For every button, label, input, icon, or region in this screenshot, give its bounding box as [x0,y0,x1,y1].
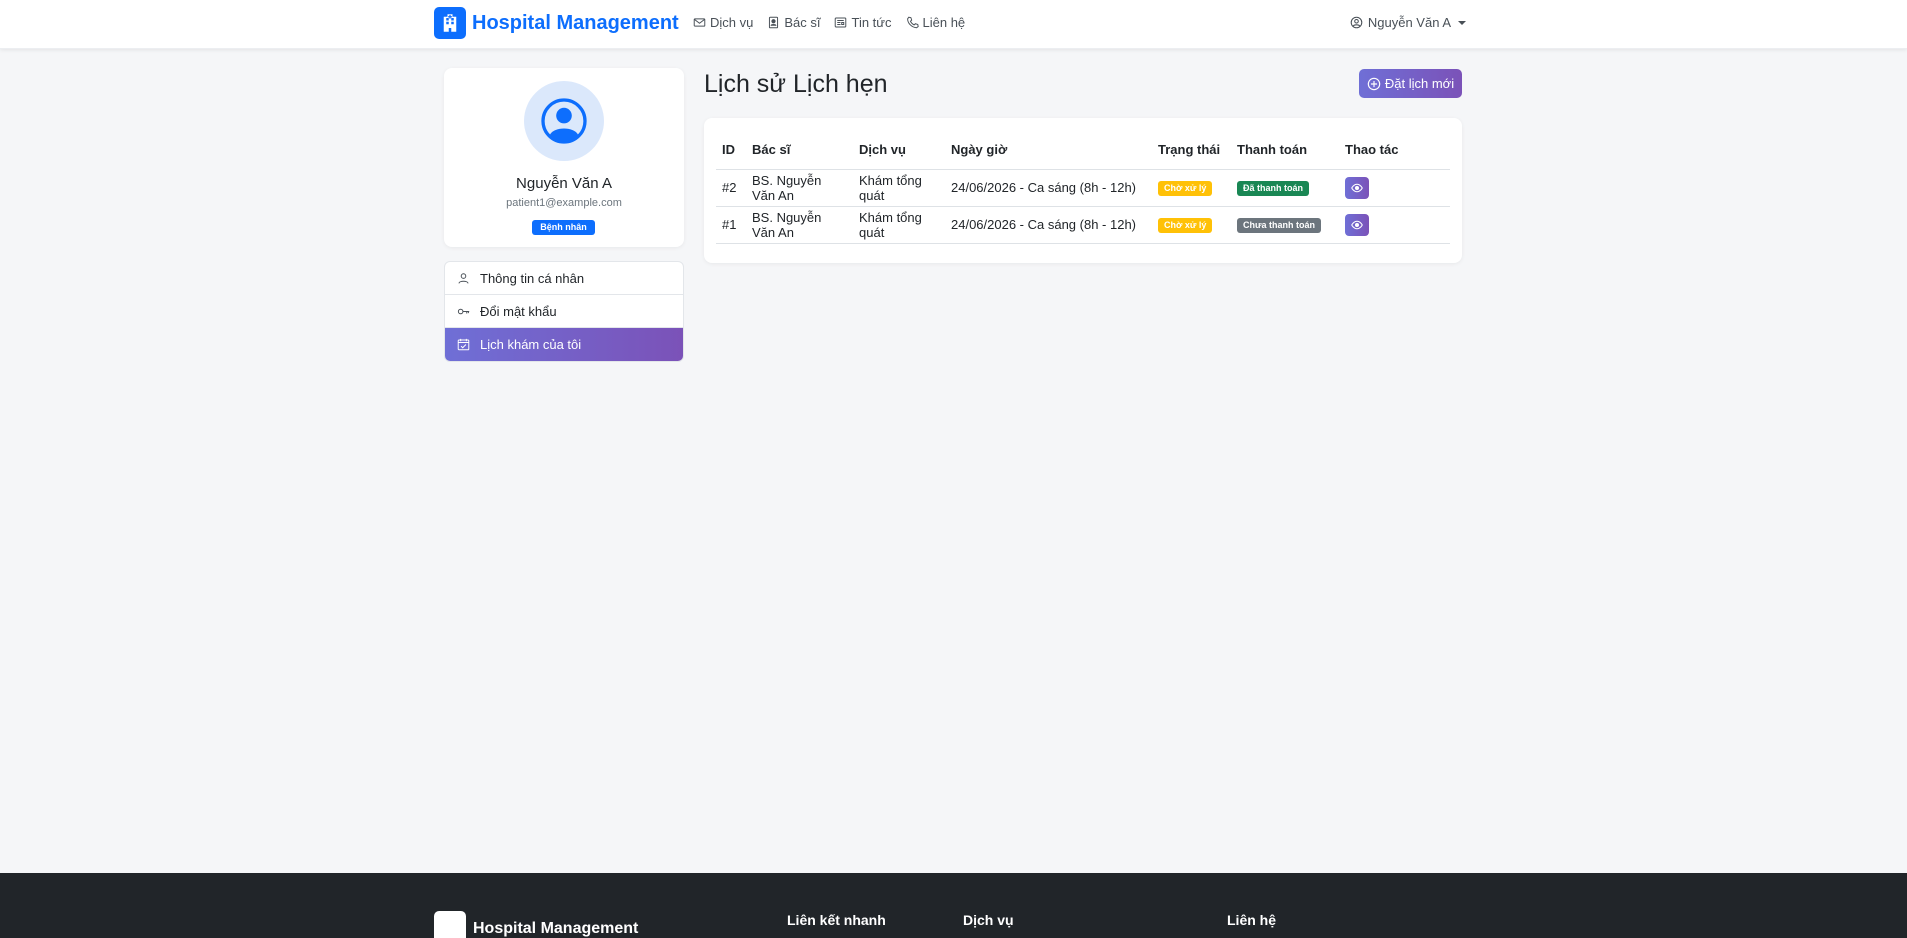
appointments-table: ID Bác sĩ Dịch vụ Ngày giờ Trạng thái Th… [716,130,1450,244]
footer-brand: Hospital Management [473,920,639,937]
profile-email: patient1@example.com [506,197,622,209]
eye-icon [1351,183,1363,192]
cell-service: Khám tổng quát [853,169,945,207]
menu-item-personal-info[interactable]: Thông tin cá nhân [445,262,683,295]
cell-datetime: 24/06/2026 - Ca sáng (8h - 12h) [945,206,1152,244]
cell-datetime: 24/06/2026 - Ca sáng (8h - 12h) [945,169,1152,207]
cell-actions [1339,169,1450,207]
header-actions: Thao tác [1339,130,1450,170]
plus-circle-icon [1367,77,1381,90]
user-avatar-icon [541,98,587,144]
header-payment: Thanh toán [1231,130,1339,170]
key-icon [457,308,470,314]
cell-doctor: BS. Nguyễn Văn An [746,206,853,244]
footer: Hospital Management Liên kết nhanh Dịch … [0,873,1907,938]
cell-id: #1 [716,206,746,244]
header-service: Dịch vụ [853,130,945,170]
caret-down-icon [1458,20,1466,25]
brand-title: Hospital Management [472,11,679,34]
user-menu-dropdown[interactable]: Nguyễn Văn A [1350,15,1466,30]
payment-badge: Chưa thanh toán [1237,218,1322,233]
profile-card: Nguyễn Văn A patient1@example.com Bệnh n… [444,68,684,247]
header-doctor: Bác sĩ [746,130,853,170]
eye-icon [1351,220,1363,229]
table-row: #2 BS. Nguyễn Văn An Khám tổng quát 24/0… [716,169,1450,207]
top-navbar: Hospital Management Dịch vụ Bác sĩ Tin t… [0,0,1907,49]
footer-logo-icon [434,911,466,938]
view-button[interactable] [1345,213,1369,236]
menu-item-change-password[interactable]: Đổi mật khẩu [445,295,683,328]
header-status: Trạng thái [1152,130,1231,170]
person-icon [458,272,469,284]
payment-badge: Đã thanh toán [1237,181,1309,196]
hospital-icon [434,7,466,39]
cell-status: Chờ xử lý [1152,169,1231,207]
nav-links: Dịch vụ Bác sĩ Tin tức Liên hệ [693,15,965,30]
table-header-row: ID Bác sĩ Dịch vụ Ngày giờ Trạng thái Th… [716,130,1450,170]
header-id: ID [716,130,746,170]
view-button[interactable] [1345,176,1369,199]
cell-service: Khám tổng quát [853,206,945,244]
cell-status: Chờ xử lý [1152,206,1231,244]
cell-payment: Đã thanh toán [1231,169,1339,207]
new-appointment-button[interactable]: Đặt lịch mới [1359,69,1462,98]
cell-doctor: BS. Nguyễn Văn An [746,169,853,207]
menu-item-my-appointments[interactable]: Lịch khám của tôi [445,328,683,361]
status-badge: Chờ xử lý [1158,218,1213,233]
cell-payment: Chưa thanh toán [1231,206,1339,244]
appointments-table-card: ID Bác sĩ Dịch vụ Ngày giờ Trạng thái Th… [704,118,1462,263]
avatar [524,81,604,161]
nav-link-contact[interactable]: Liên hệ [906,15,965,30]
table-row: #1 BS. Nguyễn Văn An Khám tổng quát 24/0… [716,206,1450,244]
profile-side-menu: Thông tin cá nhân Đổi mật khẩu Lịch khám… [444,261,684,362]
header-datetime: Ngày giờ [945,130,1152,170]
nav-link-news[interactable]: Tin tức [834,15,892,30]
user-circle-icon [1350,16,1363,29]
cell-id: #2 [716,169,746,207]
envelope-icon [693,18,706,27]
user-name: Nguyễn Văn A [1367,15,1451,30]
calendar-check-icon [457,338,470,351]
status-badge: Chờ xử lý [1158,181,1213,196]
nav-link-doctors[interactable]: Bác sĩ [767,15,820,30]
nav-link-services[interactable]: Dịch vụ [693,15,753,30]
cell-actions [1339,206,1450,244]
newspaper-icon [835,17,847,28]
role-badge: Bệnh nhân [532,220,595,235]
phone-icon [906,16,919,29]
footer-heading-quick-links: Liên kết nhanh [787,912,886,928]
page-title: Lịch sử Lịch hẹn [704,70,888,98]
footer-heading-contact: Liên hệ [1227,912,1277,928]
id-badge-icon [769,16,779,29]
brand[interactable]: Hospital Management [434,7,679,39]
profile-name: Nguyễn Văn A [516,175,612,192]
footer-heading-services: Dịch vụ [963,912,1014,928]
